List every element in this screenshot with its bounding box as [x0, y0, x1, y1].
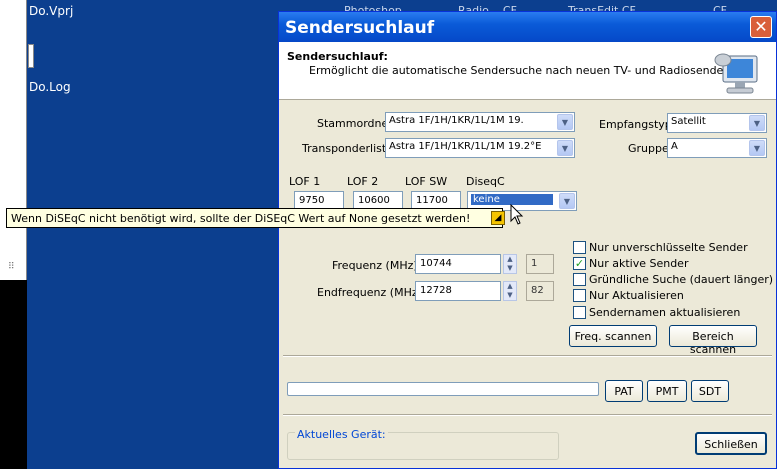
freq-scannen-button[interactable]: Freq. scannen [569, 325, 657, 347]
chevron-down-icon[interactable]: ▼ [749, 140, 765, 156]
stammordner-select[interactable]: Astra 1F/1H/1KR/1L/1M 19. ▼ [385, 112, 575, 132]
checkbox-nur-aktualisieren[interactable] [573, 289, 586, 302]
current-device-label: Aktuelles Gerät: [295, 428, 388, 441]
chevron-down-icon[interactable]: ▼ [749, 115, 765, 131]
header-title: Sendersuchlauf: [287, 50, 388, 63]
transponderliste-select[interactable]: Astra 1F/1H/1KR/1L/1M 19.2°E ▼ [385, 138, 575, 158]
empfangstyp-select[interactable]: Satellit ▼ [667, 113, 767, 133]
diseqc-label: DiseqC [466, 175, 505, 188]
desktop-item-vprj[interactable]: Do.Vprj [29, 4, 73, 18]
header-description: Ermöglicht die automatische Sendersuche … [309, 64, 739, 77]
bereich-scannen-button[interactable]: Bereich scannen [669, 325, 757, 356]
chevron-down-icon[interactable]: ▼ [557, 114, 573, 130]
frequenz-spinner[interactable]: ▲ ▼ [503, 254, 517, 274]
transponderliste-value: Astra 1F/1H/1KR/1L/1M 19.2°E [389, 141, 542, 152]
checkbox-label: Nur aktive Sender [589, 257, 689, 270]
close-icon[interactable]: ✕ [750, 16, 772, 38]
diseqc-tooltip: Wenn DiSEqC nicht benötigt wird, sollte … [6, 208, 505, 228]
dialog-title: Sendersuchlauf [279, 12, 776, 42]
schliessen-button[interactable]: Schließen [695, 432, 767, 455]
dialog-header: Sendersuchlauf: Ermöglicht die automatis… [279, 42, 776, 100]
desktop-item-log[interactable]: Do.Log [29, 80, 71, 94]
frequenz-label: Frequenz (MHz) [332, 259, 418, 272]
lof2-label: LOF 2 [347, 175, 379, 188]
mouse-cursor-icon [510, 204, 524, 225]
pmt-button[interactable]: PMT [647, 380, 687, 402]
checkbox-label: Nur unverschlüsselte Sender [589, 241, 748, 254]
gruppe-select[interactable]: A ▼ [667, 138, 767, 158]
checkbox-gruendliche-suche[interactable] [573, 273, 586, 286]
empfangstyp-value: Satellit [671, 116, 706, 127]
gruppe-value: A [671, 141, 678, 152]
tooltip-arrow-icon: ◢ [491, 211, 505, 225]
endfrequenz-spinner[interactable]: ▲ ▼ [503, 281, 517, 301]
frequenz-input[interactable]: 10744 [415, 254, 501, 274]
monitor-icon [714, 53, 758, 94]
divider [283, 414, 772, 416]
scrollbar-thumb[interactable] [28, 44, 34, 68]
explorer-pane [0, 0, 27, 280]
lof1-label: LOF 1 [289, 175, 321, 188]
checkbox-nur-aktive[interactable]: ✓ [573, 257, 586, 270]
stammordner-label: Stammordner [317, 117, 393, 130]
sdt-button[interactable]: SDT [691, 380, 729, 402]
checkbox-label: Sendernamen aktualisieren [589, 306, 741, 319]
divider [283, 355, 772, 357]
stammordner-value: Astra 1F/1H/1KR/1L/1M 19. [389, 115, 524, 126]
endfrequenz-count: 82 [526, 281, 554, 301]
endfrequenz-input[interactable]: 12728 [415, 281, 501, 301]
checkbox-nur-unverschluesselt[interactable] [573, 241, 586, 254]
empfangstyp-label: Empfangstyp [599, 118, 672, 131]
scan-progress-bar [287, 382, 599, 396]
pat-button[interactable]: PAT [605, 380, 643, 402]
transponderliste-label: Transponderliste [302, 142, 393, 155]
checkbox-label: Gründliche Suche (dauert länger) [589, 273, 774, 286]
lofsw-label: LOF SW [405, 175, 448, 188]
resize-grip-icon[interactable]: ⠿ [8, 262, 26, 276]
gruppe-label: Gruppe [628, 142, 669, 155]
sendersuchlauf-dialog: Sendersuchlauf ✕ Sendersuchlauf: Ermögli… [278, 11, 777, 469]
frequenz-count: 1 [526, 254, 554, 274]
chevron-down-icon[interactable]: ▼ [557, 140, 573, 156]
endfrequenz-label: Endfrequenz (MHz) [317, 286, 422, 299]
checkbox-label: Nur Aktualisieren [589, 289, 684, 302]
chevron-down-icon[interactable]: ▼ [559, 193, 575, 209]
checkbox-sendernamen[interactable] [573, 306, 586, 319]
tooltip-text: Wenn DiSEqC nicht benötigt wird, sollte … [11, 212, 471, 225]
